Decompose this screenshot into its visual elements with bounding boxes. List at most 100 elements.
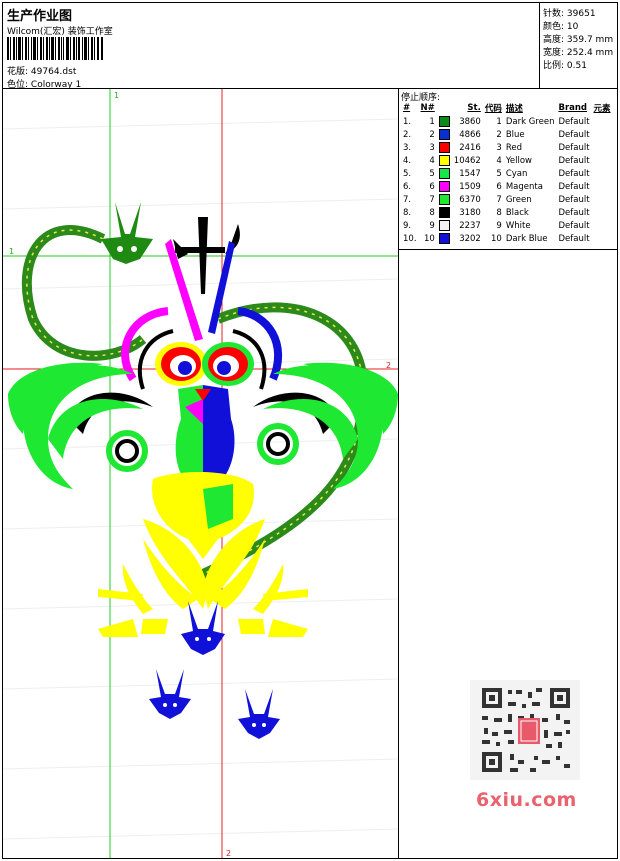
row-color-swatch	[437, 115, 452, 128]
row-description: Dark Green	[505, 116, 555, 127]
stat-label: 颜色:	[543, 22, 565, 32]
row-code: 9	[496, 220, 502, 231]
table-row: 5. 5 1547 5 Cyan Default	[401, 167, 613, 180]
color-swatch	[438, 233, 450, 244]
row-color-swatch	[437, 206, 452, 219]
col-desc: 描述	[505, 104, 523, 114]
stat-colors: 颜色: 10	[543, 19, 578, 32]
stat-value: 10	[566, 22, 579, 32]
row-needle: 3	[429, 142, 435, 153]
col-color	[437, 101, 452, 115]
row-description: Red	[505, 142, 522, 153]
row-needle: 8	[429, 207, 435, 218]
stat-value: 359.7 mm	[566, 35, 614, 45]
barcode	[7, 37, 103, 60]
row-element	[592, 232, 613, 245]
row-color-swatch	[437, 154, 452, 167]
row-brand: Default	[558, 220, 590, 231]
header-stats: 针数: 39651 颜色: 10 高度: 359.7 mm 宽度: 252.4 …	[540, 3, 617, 89]
row-index: 4.	[403, 155, 412, 166]
row-element	[592, 154, 613, 167]
row-index: 6.	[403, 181, 412, 192]
col-needle: N#	[420, 103, 435, 113]
row-brand: Default	[558, 116, 590, 127]
table-row: 2. 2 4866 2 Blue Default	[401, 128, 613, 141]
table-row: 8. 8 3180 8 Black Default	[401, 206, 613, 219]
color-swatch	[438, 181, 450, 192]
row-brand: Default	[558, 142, 590, 153]
row-index: 10.	[403, 233, 417, 244]
table-row: 10. 10 3202 10 Dark Blue Default	[401, 232, 613, 245]
row-color-swatch	[437, 219, 452, 232]
row-needle: 1	[429, 116, 435, 127]
blue-creature-2	[149, 669, 191, 719]
row-code: 3	[496, 142, 502, 153]
row-stitches: 4866	[459, 129, 481, 140]
header-info: 生产作业图 Wilcom(汇宏) 装饰工作室 花版: 49764.dst 色位:…	[3, 3, 540, 90]
row-description: Green	[505, 194, 532, 205]
row-needle: 6	[429, 181, 435, 192]
col-brand: Brand	[558, 103, 588, 113]
color-swatch	[438, 194, 450, 205]
row-description: Blue	[505, 129, 525, 140]
row-index: 1.	[403, 116, 412, 127]
stat-label: 针数:	[543, 9, 565, 19]
color-swatch	[438, 116, 450, 127]
design-file-value: 49764.dst	[30, 67, 77, 77]
row-needle: 5	[429, 168, 435, 179]
panel-divider	[399, 249, 617, 250]
stop-sequence-rows: 1. 1 3860 1 Dark Green Default 2. 2 4866 2 Blue Def…	[401, 115, 613, 245]
row-element	[592, 193, 613, 206]
row-code: 2	[496, 129, 502, 140]
stop-sequence-table: # N# St. 代码 描述 Brand 元素 1. 1 3860 1 Dark Gre…	[401, 101, 613, 245]
row-code: 8	[496, 207, 502, 218]
guide-label-h2: 2	[386, 361, 391, 370]
row-index: 9.	[403, 220, 412, 231]
color-swatch	[438, 155, 450, 166]
color-swatch	[438, 142, 450, 153]
col-stitches: St.	[467, 103, 481, 113]
row-element	[592, 206, 613, 219]
row-stitches: 2416	[459, 142, 481, 153]
design-canvas: 1 1 2 2	[3, 89, 399, 858]
row-color-swatch	[437, 180, 452, 193]
color-swatch	[438, 129, 450, 140]
row-color-swatch	[437, 128, 452, 141]
row-index: 8.	[403, 207, 412, 218]
row-index: 7.	[403, 194, 412, 205]
row-element	[592, 167, 613, 180]
stat-value: 0.51	[566, 61, 587, 71]
row-index: 2.	[403, 129, 412, 140]
row-needle: 9	[429, 220, 435, 231]
table-row: 9. 9 2237 9 White Default	[401, 219, 613, 232]
guide-label-v2: 2	[226, 849, 231, 858]
row-code: 4	[496, 155, 502, 166]
row-description: White	[505, 220, 531, 231]
row-stitches: 1547	[459, 168, 481, 179]
stat-label: 宽度:	[543, 48, 565, 58]
stat-label: 比例:	[543, 61, 565, 71]
studio-name: Wilcom(汇宏) 装饰工作室	[7, 27, 113, 37]
guide-label-v1: 1	[114, 91, 119, 100]
row-color-swatch	[437, 232, 452, 245]
row-brand: Default	[558, 168, 590, 179]
row-stitches: 3202	[459, 233, 481, 244]
row-needle: 7	[429, 194, 435, 205]
color-swatch	[438, 168, 450, 179]
row-element	[592, 115, 613, 128]
row-index: 5.	[403, 168, 412, 179]
row-element	[592, 128, 613, 141]
row-brand: Default	[558, 155, 590, 166]
eyes	[155, 342, 254, 386]
row-needle: 2	[429, 129, 435, 140]
col-code: 代码	[484, 104, 502, 114]
blue-creature-3	[238, 689, 280, 739]
embroidery-preview: 1 1 2 2	[3, 89, 398, 858]
row-stitches: 3860	[459, 116, 481, 127]
stat-value: 39651	[566, 9, 596, 19]
table-row: 4. 4 10462 4 Yellow Default	[401, 154, 613, 167]
stat-label: 高度:	[543, 35, 565, 45]
row-stitches: 2237	[459, 220, 481, 231]
left-wing	[8, 362, 153, 489]
table-row: 1. 1 3860 1 Dark Green Default	[401, 115, 613, 128]
